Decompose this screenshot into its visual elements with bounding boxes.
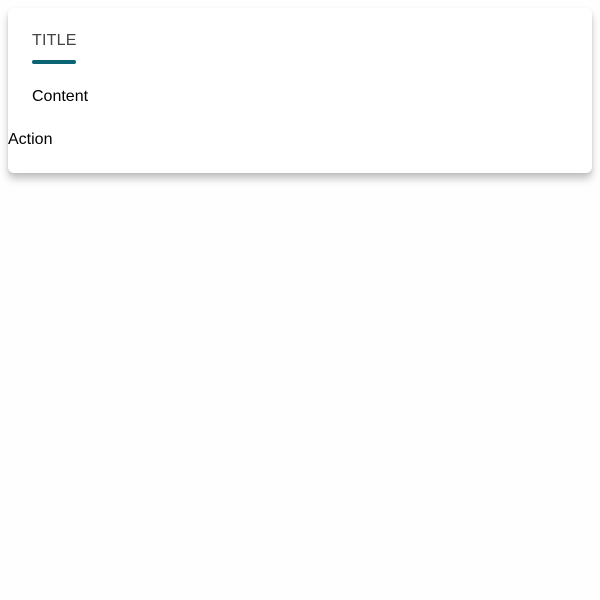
card-content: Content bbox=[32, 88, 89, 105]
card: TITLE Content Action bbox=[8, 8, 592, 173]
card-title: TITLE bbox=[32, 32, 77, 49]
title-underline bbox=[32, 60, 76, 64]
action-button[interactable]: Action bbox=[8, 131, 52, 149]
